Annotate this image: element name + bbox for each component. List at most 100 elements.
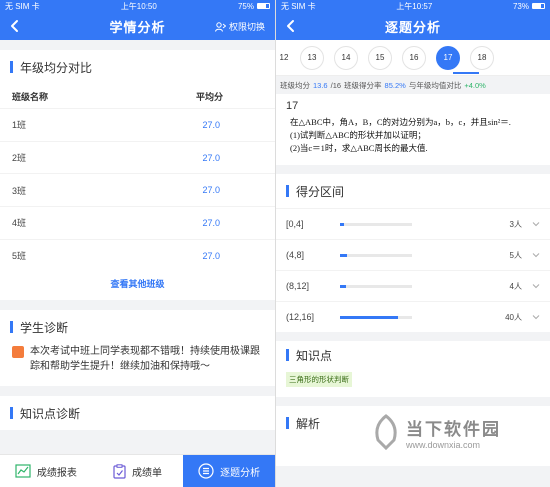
score-range-card: 得分区间 [0,4] 3人 (4,8] 5人 (8,12] 4人 (12,16] 40人 [276,174,550,332]
tab-label: 成绩报表 [36,467,77,479]
knowledge-point-card: 知识点 三角形的形状判断 [276,341,550,397]
nav-bar: 学情分析 权限切换 [0,12,275,40]
user-switch-icon [214,21,226,32]
compare-label: 与年级均值对比 [408,80,462,90]
clipboard-icon [113,463,126,479]
table-row: 5班 27.0 [0,238,275,272]
question-tab[interactable]: 15 [368,45,392,70]
knowledge-tag[interactable]: 三角形的形状判断 [286,372,352,387]
section-marker [10,321,13,334]
section-marker [10,407,13,420]
left-screen: 无 SIM 卡 上午10:50 75% 学情分析 权限切换 年级均分对比 班级名… [0,0,275,487]
range-bar-fill [340,315,398,319]
rate-label: 班级得分率 [344,80,382,90]
bottom-tab-bar: 成绩报表 成绩单 逐题分析 [0,454,275,487]
range-count: 40人 [505,312,522,322]
avg-total: /16 [330,80,342,90]
question-tab[interactable]: 12 [278,46,290,70]
table-row: 2班 27.0 [0,140,275,174]
diagnosis-text: 本次考试中班上同学表现都不错哦！持续使用极课跟踪和帮助学生提升！继续加油和保持哦… [30,346,260,373]
grade-compare-header: 年级均分对比 [0,50,275,84]
watermark-logo-icon [375,414,397,450]
range-bar-track [340,315,412,319]
class-avg: 27.0 [202,185,220,196]
status-time: 上午10:50 [120,1,157,11]
question-line: (1)试判断△ABC的形状并加以证明； [290,130,426,140]
avg-value: 13.6 [313,80,328,90]
class-name: 2班 [12,153,27,164]
range-label: (12,16] [286,312,315,322]
chevron-down-icon [532,222,540,227]
watermark-brand: 当下软件园 [406,419,501,439]
question-line: (2)当c＝1时，求△ABC周长的最大值. [290,143,428,153]
range-bar-track [340,284,412,288]
diagnosis-card: 学生诊断 本次考试中班上同学表现都不错哦！持续使用极课跟踪和帮助学生提升！继续加… [0,310,275,387]
range-label: [0,4] [286,219,304,229]
section-title: 知识点 [296,348,333,363]
view-other-classes-link[interactable]: 查看其他班级 [0,271,275,300]
page-title: 学情分析 [109,19,166,35]
column-header-class: 班级名称 [12,91,49,102]
question-tab[interactable]: 16 [402,45,426,70]
page-title: 逐题分析 [384,19,441,35]
list-icon [198,463,214,479]
battery-icon [532,3,545,9]
question-tab[interactable]: 13 [300,45,324,70]
question-tab[interactable]: 18 [470,45,494,70]
knowledge-point-header: 知识点 [276,341,550,369]
class-name: 1班 [12,120,27,131]
score-range-row[interactable]: (12,16] 40人 [276,301,550,332]
range-bar-fill [340,222,345,226]
back-arrow-icon[interactable] [8,19,22,33]
range-bar-track [340,222,412,226]
diagnosis-message: 本次考试中班上同学表现都不错哦！持续使用极课跟踪和帮助学生提升！继续加油和保持哦… [0,344,275,386]
status-time: 上午10:57 [396,1,433,11]
section-title: 知识点诊断 [20,406,81,421]
back-arrow-icon[interactable] [284,19,298,33]
question-tab-strip: 12 13 14 15 16 17 18 [276,40,550,76]
rate-value: 85.2% [384,80,406,90]
table-row: 4班 27.0 [0,206,275,239]
tab-label: 逐题分析 [220,467,261,479]
class-avg: 27.0 [202,250,220,261]
score-range-row[interactable]: [0,4] 3人 [276,208,550,239]
carrier-label: 无 SIM 卡 [281,1,316,11]
range-label: (8,12] [286,281,310,291]
question-line: 在△ABC中，角A，B，C的对边分别为a，b，c，并且sin²＝. [290,117,511,127]
class-avg: 27.0 [202,119,220,130]
section-marker [286,417,289,429]
stats-line: 班级均分 13.6/16 班级得分率 85.2% 与年级均值对比 +4.0% [276,76,550,94]
table-row: 1班 27.0 [0,108,275,141]
range-count: 4人 [509,281,522,291]
question-text: 在△ABC中，角A，B，C的对边分别为a，b，c，并且sin²＝. (1)试判断… [276,116,550,165]
question-tab-active[interactable]: 17 [436,45,460,70]
section-marker [10,61,13,73]
question-number: 17 [286,100,299,112]
table-header: 班级名称 平均分 [0,84,275,108]
range-count: 3人 [509,219,522,229]
score-range-row[interactable]: (4,8] 5人 [276,239,550,270]
table-row: 3班 27.0 [0,173,275,206]
tab-score-sheet[interactable]: 成绩单 [92,455,184,487]
compare-value: +4.0% [464,80,486,90]
score-range-row[interactable]: (8,12] 4人 [276,270,550,301]
knowledge-card: 知识点诊断 [0,396,275,431]
active-tab-indicator [453,72,479,74]
question-tab[interactable]: 14 [334,45,358,70]
section-title: 年级均分对比 [20,60,93,75]
column-header-avg: 平均分 [195,91,223,102]
range-bar-track [340,253,412,257]
chevron-down-icon [532,253,540,258]
carrier-label: 无 SIM 卡 [5,1,40,11]
class-name: 5班 [12,251,27,262]
grade-compare-card: 年级均分对比 班级名称 平均分 1班 27.0 2班 27.0 3班 27.0 … [0,50,275,301]
tab-score-report[interactable]: 成绩报表 [0,455,92,487]
section-title: 得分区间 [296,184,345,199]
status-bar: 无 SIM 卡 上午10:50 75% [0,0,275,12]
score-range-header: 得分区间 [276,174,550,208]
watermark-text: 当下软件园 www.downxia.com [406,415,501,450]
chart-up-icon [12,346,24,359]
permission-switch-button[interactable]: 权限切换 [214,20,265,33]
battery-percent: 75% [237,1,254,11]
tab-question-analysis[interactable]: 逐题分析 [183,455,275,487]
